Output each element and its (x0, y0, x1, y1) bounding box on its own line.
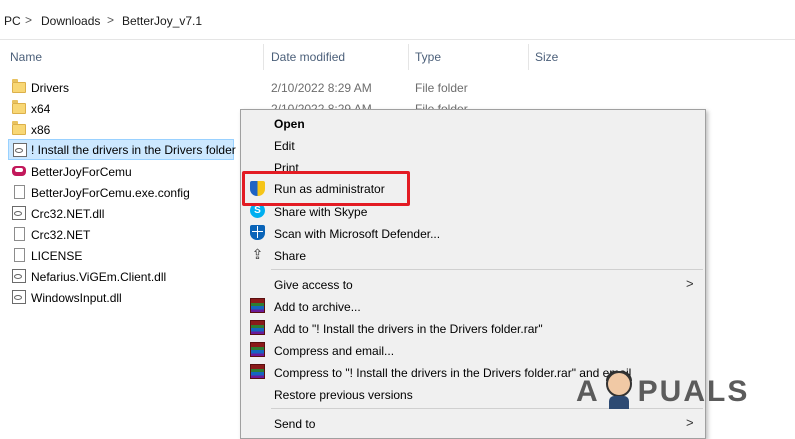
menu-item-open[interactable]: Open (274, 117, 305, 131)
file-name: BetterJoyForCemu.exe.config (31, 186, 190, 200)
file-name: Crc32.NET (31, 228, 91, 242)
watermark-text-right: PUALS (637, 375, 750, 408)
chevron-right-icon: > (686, 276, 694, 291)
gamepad-app-icon (12, 166, 26, 176)
file-name: LICENSE (31, 249, 83, 263)
file-icon (14, 248, 25, 262)
breadcrumb-betterjoy[interactable]: BetterJoy_v7.1 (122, 14, 202, 28)
watermark-text-left: A (576, 375, 600, 408)
file-icon (14, 227, 25, 241)
highlight-box (242, 171, 410, 206)
menu-item-add-to-archive[interactable]: Add to archive... (274, 300, 361, 314)
folder-icon (12, 79, 26, 93)
dll-file-icon (12, 206, 26, 220)
winrar-icon (250, 298, 265, 313)
file-row-drivers[interactable]: Drivers 2/10/2022 8:29 AM File folder (8, 77, 608, 98)
file-name: x86 (31, 123, 51, 137)
file-icon (14, 185, 25, 199)
menu-item-edit[interactable]: Edit (274, 139, 295, 153)
menu-divider (271, 269, 703, 270)
dll-file-icon (12, 269, 26, 283)
menu-item-restore-previous-versions[interactable]: Restore previous versions (274, 388, 413, 402)
file-name: x64 (31, 102, 51, 116)
file-name: Crc32.NET.dll (31, 207, 105, 221)
menu-item-give-access[interactable]: Give access to (274, 278, 353, 292)
column-type[interactable]: Type (415, 50, 441, 64)
file-name: Drivers (31, 81, 69, 95)
breadcrumb-separator[interactable]: > (25, 13, 32, 27)
column-divider[interactable] (263, 44, 264, 70)
appuals-watermark: A PUALS (576, 371, 749, 409)
winrar-icon (250, 320, 265, 335)
file-name: BetterJoyForCemu (31, 165, 132, 179)
mascot-icon (602, 371, 636, 409)
file-name: ! Install the drivers in the Drivers fol… (31, 143, 236, 157)
column-date-modified[interactable]: Date modified (271, 50, 345, 64)
chevron-right-icon: > (686, 415, 694, 430)
column-size[interactable]: Size (535, 50, 558, 64)
column-name[interactable]: Name (10, 50, 42, 64)
dll-file-icon (12, 290, 26, 304)
menu-item-share-with-skype[interactable]: Share with Skype (274, 205, 367, 219)
file-date: 2/10/2022 8:29 AM (271, 81, 372, 95)
breadcrumb-downloads[interactable]: Downloads (41, 14, 100, 28)
file-row-install-drivers-selected[interactable]: ! Install the drivers in the Drivers fol… (8, 139, 236, 160)
breadcrumb-pc[interactable]: PC (4, 14, 21, 28)
defender-icon (250, 225, 265, 240)
menu-item-share[interactable]: Share (274, 249, 306, 263)
folder-icon (12, 121, 26, 135)
winrar-icon (250, 364, 265, 379)
address-bar[interactable]: PC > Downloads > BetterJoy_v7.1 (0, 0, 795, 40)
file-type: File folder (415, 81, 468, 95)
menu-item-send-to[interactable]: Send to (274, 417, 315, 431)
menu-item-compress-and-email[interactable]: Compress and email... (274, 344, 394, 358)
column-divider[interactable] (528, 44, 529, 70)
menu-item-add-to-rar[interactable]: Add to "! Install the drivers in the Dri… (274, 322, 543, 336)
share-icon: ⇪ (251, 246, 264, 262)
winrar-icon (250, 342, 265, 357)
folder-icon (12, 100, 26, 114)
file-name: Nefarius.ViGEm.Client.dll (31, 270, 167, 284)
batch-file-icon (13, 143, 27, 157)
file-name: WindowsInput.dll (31, 291, 122, 305)
menu-item-scan-defender[interactable]: Scan with Microsoft Defender... (274, 227, 440, 241)
column-divider[interactable] (408, 44, 409, 70)
breadcrumb-separator[interactable]: > (107, 13, 114, 27)
